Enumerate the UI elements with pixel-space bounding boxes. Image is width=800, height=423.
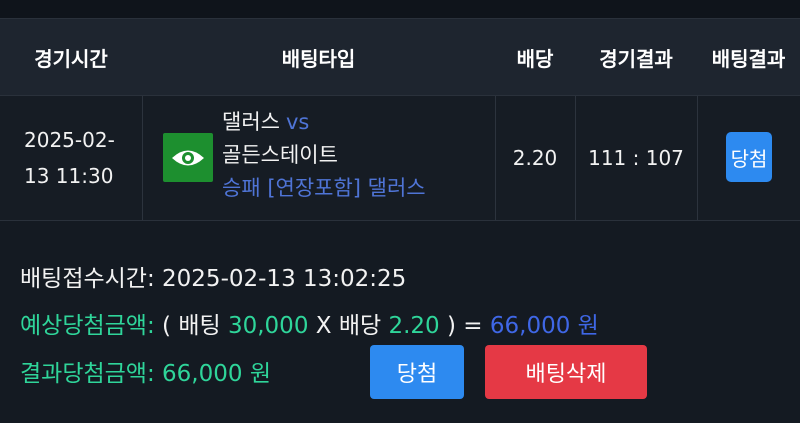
eye-icon[interactable] (163, 133, 213, 182)
receipt-time-line: 배팅접수시간: 2025-02-13 13:02:25 (20, 259, 406, 293)
divider (697, 96, 698, 220)
header-match-time: 경기시간 (34, 46, 108, 71)
result-win-amount: 66,000 원 (162, 361, 271, 387)
bet-table: 경기시간 배팅타입 배당 경기결과 배팅결과 2025-02- 13 11:30… (0, 18, 800, 221)
expected-win-label: 예상당첨금액: (20, 313, 155, 339)
odds-label: 배당 (338, 313, 382, 339)
expected-win-amount: 66,000 원 (489, 313, 599, 339)
bet-pick: 승패 [연장포함] 댈러스 (222, 176, 426, 200)
delete-bet-button[interactable]: 배팅삭제 (485, 345, 647, 399)
close-equals: ) = (447, 313, 483, 339)
header-bet-type: 배팅타입 (281, 46, 356, 71)
away-team: 골든스테이트 (222, 143, 338, 167)
odds-value: 2.20 (512, 146, 558, 170)
odds-amount: 2.20 (388, 313, 440, 339)
match-score: 111 : 107 (588, 146, 684, 170)
bet-label: 배팅 (178, 313, 221, 339)
expected-win-line: 예상당첨금액: ( 배팅 30,000 X 배당 2.20 ) = 66,000… (20, 306, 599, 340)
match-info: 댈러스 vs 골든스테이트 승패 [연장포함] 댈러스 (222, 106, 426, 205)
divider (142, 96, 143, 220)
vs-label: vs (285, 110, 310, 134)
open-paren: ( (162, 313, 172, 339)
home-team: 댈러스 (222, 110, 280, 134)
receipt-time-value: 2025-02-13 13:02:25 (162, 266, 407, 292)
receipt-time-label: 배팅접수시간: (20, 266, 155, 292)
result-win-label: 결과당첨금액: (20, 361, 155, 387)
match-teams-line: 댈러스 vs (222, 106, 426, 139)
match-date: 2025-02- (24, 128, 115, 152)
header-match-result: 경기결과 (599, 46, 673, 71)
match-time: 2025-02- 13 11:30 (24, 96, 142, 220)
table-header: 경기시간 배팅타입 배당 경기결과 배팅결과 (0, 19, 800, 96)
times-sign: X (315, 313, 332, 339)
top-strip (0, 0, 800, 18)
eye-icon-glyph (172, 150, 204, 165)
win-button[interactable]: 당첨 (370, 345, 464, 399)
bet-amount: 30,000 (227, 313, 309, 339)
table-row: 2025-02- 13 11:30 댈러스 vs 골든스테이트 승패 [연장포함]… (0, 96, 800, 221)
bet-result-badge[interactable]: 당첨 (726, 132, 772, 182)
result-win-line: 결과당첨금액: 66,000 원 (20, 354, 271, 388)
header-odds: 배당 (516, 46, 554, 71)
match-clock: 13 11:30 (24, 164, 114, 188)
header-bet-result: 배팅결과 (711, 46, 786, 71)
